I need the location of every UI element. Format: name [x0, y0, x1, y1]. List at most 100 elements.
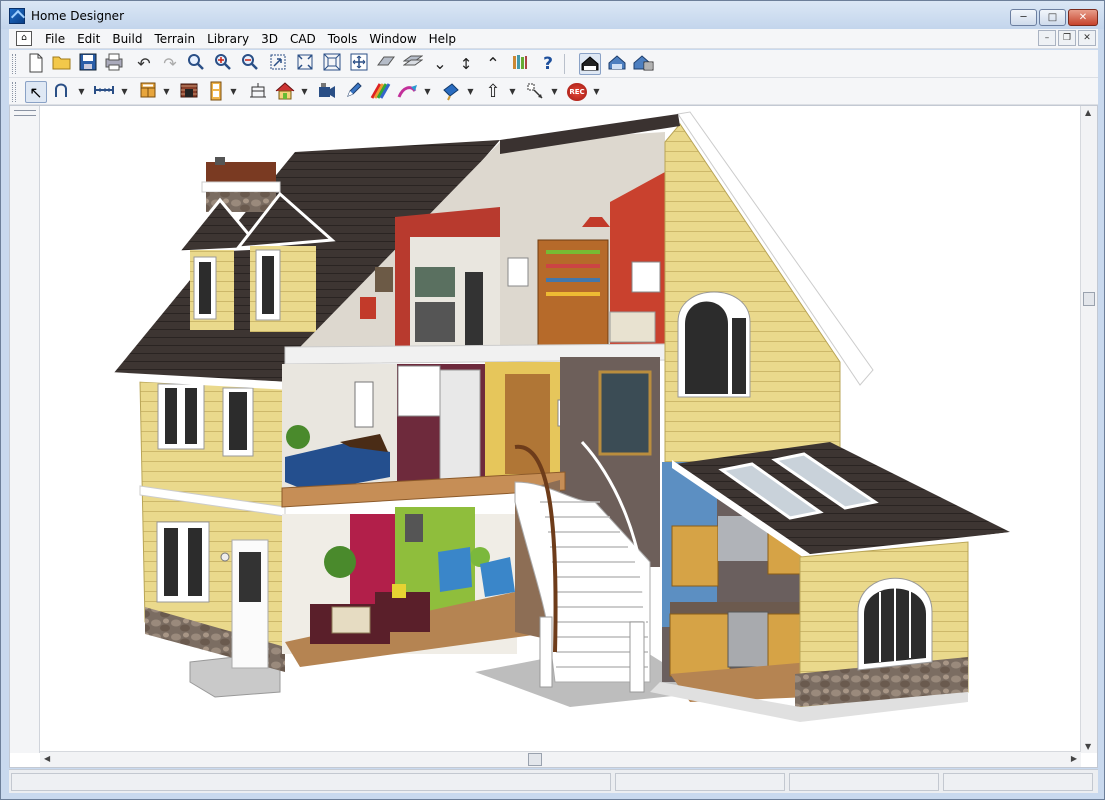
- mirror: [405, 514, 423, 542]
- dropdown-arrow-icon[interactable]: ▼: [423, 81, 432, 103]
- tilt-vertical-icon[interactable]: ↕: [455, 53, 477, 75]
- wall-art: [375, 267, 393, 292]
- menu-library[interactable]: Library: [201, 31, 255, 47]
- door-icon[interactable]: [205, 81, 227, 103]
- menu-cad[interactable]: CAD: [284, 31, 322, 47]
- pan-icon[interactable]: [348, 53, 370, 75]
- cabinet-icon[interactable]: [137, 81, 159, 103]
- scroll-up-icon[interactable]: ▲: [1085, 108, 1091, 117]
- help-icon[interactable]: ?: [537, 53, 559, 75]
- print-icon[interactable]: [103, 53, 125, 75]
- menu-tools[interactable]: Tools: [322, 31, 364, 47]
- ruler-handle[interactable]: [14, 110, 36, 116]
- close-button[interactable]: ✕: [1068, 9, 1098, 26]
- open-folder-icon[interactable]: [51, 53, 73, 75]
- menu-file[interactable]: File: [39, 31, 71, 47]
- camera-view-icon[interactable]: [606, 53, 628, 75]
- scroll-left-icon[interactable]: ◀: [44, 754, 50, 763]
- dropdown-arrow-icon[interactable]: ▼: [77, 81, 86, 103]
- menu-window[interactable]: Window: [363, 31, 422, 47]
- horizontal-scrollbar[interactable]: ◀ ▶: [40, 751, 1081, 767]
- draw-wall-icon[interactable]: [53, 81, 75, 103]
- mdi-minimize-button[interactable]: –: [1038, 30, 1056, 46]
- building-toolbar: ↖ ▼ ▼ ▼ ▼ ▼ ▼ ▼ ⇧ ▼ ▼ REC ▼: [9, 78, 1098, 105]
- dropdown-arrow-icon[interactable]: ▼: [300, 81, 309, 103]
- roof-icon[interactable]: [274, 81, 296, 103]
- tv-screen: [415, 267, 455, 297]
- arched-window: [677, 291, 751, 398]
- dropdown-arrow-icon[interactable]: ▼: [162, 81, 171, 103]
- camera-tools-icon[interactable]: [316, 81, 338, 103]
- mdi-close-button[interactable]: ✕: [1078, 30, 1096, 46]
- tilt-down-icon[interactable]: [402, 53, 424, 75]
- lamp: [360, 297, 376, 319]
- record-icon[interactable]: REC: [567, 83, 587, 101]
- undo-icon[interactable]: ↶: [133, 53, 155, 75]
- title-bar[interactable]: Home Designer ─ □ ✕: [1, 1, 1104, 29]
- overview-icon[interactable]: [632, 53, 654, 75]
- stove: [727, 611, 769, 668]
- document-icon[interactable]: ⌂: [16, 31, 32, 46]
- menu-build[interactable]: Build: [106, 31, 148, 47]
- minimize-button[interactable]: ─: [1010, 9, 1037, 26]
- menu-terrain[interactable]: Terrain: [148, 31, 201, 47]
- dropdown-arrow-icon[interactable]: ▼: [120, 81, 129, 103]
- maximize-button[interactable]: □: [1039, 9, 1066, 26]
- fill-window-icon[interactable]: [294, 53, 316, 75]
- pencil-icon[interactable]: [343, 81, 365, 103]
- vertical-scroll-thumb[interactable]: [1083, 292, 1095, 306]
- minimize-icon: ─: [1020, 12, 1027, 23]
- chevron-down-icon[interactable]: ⌄: [429, 53, 451, 75]
- front-door: [231, 539, 269, 669]
- mdi-restore-button[interactable]: ❐: [1058, 30, 1076, 46]
- vertical-ruler: [10, 106, 40, 753]
- menu-3d[interactable]: 3D: [255, 31, 284, 47]
- stairs-icon[interactable]: [247, 81, 269, 103]
- dropdown-arrow-icon[interactable]: ▼: [508, 81, 517, 103]
- toolbar-separator: [564, 54, 565, 74]
- chevron-up-icon[interactable]: ⌃: [482, 53, 504, 75]
- scroll-right-icon[interactable]: ▶: [1071, 754, 1077, 763]
- drawing-canvas[interactable]: ▲ ▼ ◀ ▶: [9, 105, 1098, 768]
- zoom-out-icon[interactable]: [239, 53, 261, 75]
- fill-window-all-icon[interactable]: [321, 53, 343, 75]
- toolbar-grip[interactable]: [12, 54, 16, 74]
- color-icon[interactable]: [396, 81, 418, 103]
- zoom-in-icon[interactable]: [212, 53, 234, 75]
- horizontal-scroll-thumb[interactable]: [528, 753, 542, 766]
- 3d-house-view[interactable]: [40, 106, 1081, 753]
- menu-help[interactable]: Help: [423, 31, 462, 47]
- dropdown-arrow-icon[interactable]: ▼: [550, 81, 559, 103]
- chimney: [201, 157, 281, 212]
- doorway: [439, 369, 481, 481]
- menu-bar: ⌂ File Edit Build Terrain Library 3D CAD…: [9, 29, 1098, 49]
- select-objects-icon[interactable]: ↖: [25, 81, 47, 103]
- close-icon: ✕: [1078, 12, 1088, 23]
- toolbar-grip[interactable]: [12, 82, 16, 102]
- menu-edit[interactable]: Edit: [71, 31, 106, 47]
- save-icon[interactable]: [77, 53, 99, 75]
- window-title: Home Designer: [31, 9, 124, 23]
- zoom-box-icon[interactable]: [267, 53, 289, 75]
- dropdown-arrow-icon[interactable]: ▼: [592, 81, 601, 103]
- material-painter-icon[interactable]: [369, 81, 391, 103]
- dimension-icon[interactable]: [93, 81, 115, 103]
- vertical-scrollbar[interactable]: ▲ ▼: [1080, 106, 1097, 753]
- zoom-icon[interactable]: [185, 53, 207, 75]
- transform-icon[interactable]: [524, 81, 546, 103]
- swoop-icon[interactable]: [375, 53, 397, 75]
- redo-icon[interactable]: ↷: [159, 53, 181, 75]
- dropdown-arrow-icon[interactable]: ▼: [229, 81, 238, 103]
- floor-plan-view-icon[interactable]: [579, 53, 601, 75]
- blue-chair: [480, 557, 515, 597]
- fireplace-icon[interactable]: [178, 81, 200, 103]
- new-document-icon[interactable]: [25, 53, 47, 75]
- arrow-up-icon[interactable]: ⇧: [482, 81, 504, 103]
- dropdown-arrow-icon[interactable]: ▼: [466, 81, 475, 103]
- paint-icon[interactable]: [440, 81, 462, 103]
- scroll-down-icon[interactable]: ▼: [1085, 742, 1091, 751]
- library-icon[interactable]: [509, 53, 531, 75]
- home-designer-icon: [9, 8, 25, 24]
- standard-toolbar: ↶ ↷ ⌄ ↕ ⌃ ?: [9, 50, 1098, 78]
- speaker: [465, 272, 483, 347]
